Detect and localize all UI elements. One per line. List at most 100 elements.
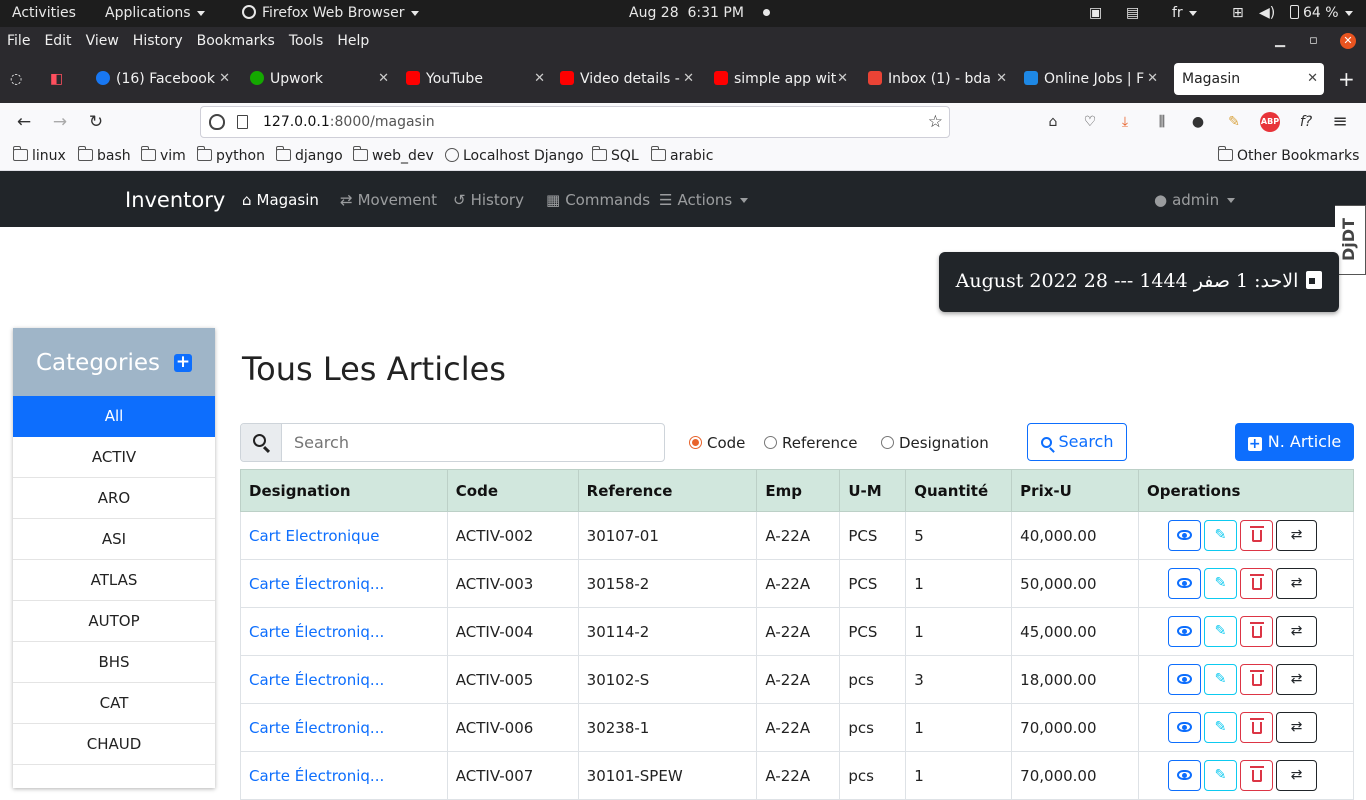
nav-magasin[interactable]: ⌂ Magasin — [242, 171, 319, 229]
bookmark-bash[interactable]: bash — [77, 146, 131, 165]
close-window-icon[interactable]: ✕ — [1340, 33, 1356, 49]
menu-file[interactable]: File — [0, 27, 37, 55]
downloads-icon[interactable]: ⤓ — [1115, 112, 1135, 132]
back-icon[interactable]: ← — [12, 110, 36, 134]
forward-icon[interactable]: → — [48, 110, 72, 134]
close-tab-icon[interactable]: ✕ — [683, 63, 694, 95]
cell-designation[interactable]: Carte Électroniq... — [240, 655, 448, 704]
category-activ[interactable]: ACTIV — [13, 437, 215, 478]
bookmark-arabic[interactable]: arabic — [650, 146, 713, 165]
user-menu[interactable]: ● admin — [1154, 171, 1236, 229]
menu-edit[interactable]: Edit — [37, 27, 78, 55]
bookmark-django[interactable]: django — [275, 146, 343, 165]
extension-feather-icon[interactable]: ✎ — [1224, 112, 1244, 132]
cell-designation[interactable]: Carte Électroniq... — [240, 607, 448, 656]
bookmark-python[interactable]: python — [196, 146, 265, 165]
bookmark-other[interactable]: Other Bookmarks — [1217, 146, 1359, 165]
radio-designation[interactable]: Designation — [881, 434, 989, 452]
close-tab-icon[interactable]: ✕ — [1307, 63, 1318, 95]
keyboard-layout[interactable]: fr — [1172, 0, 1197, 27]
move-button[interactable]: ⇄ — [1276, 712, 1318, 743]
minimize-icon[interactable]: ▁ — [1275, 27, 1285, 55]
clock[interactable]: Aug 28 6:31 PM — [629, 0, 771, 27]
maximize-icon[interactable]: ▫ — [1309, 27, 1318, 55]
url-bar[interactable]: 127.0.0.1:8000/magasin ☆ — [200, 106, 950, 138]
applications-menu[interactable]: Applications — [105, 0, 205, 27]
brand-logo[interactable]: Inventory — [125, 171, 225, 229]
bookmark-sql[interactable]: SQL — [591, 146, 639, 165]
close-tab-icon[interactable]: ✕ — [1147, 63, 1158, 95]
bookmark-web-dev[interactable]: web_dev — [352, 146, 434, 165]
move-button[interactable]: ⇄ — [1276, 616, 1318, 647]
move-button[interactable]: ⇄ — [1276, 760, 1318, 791]
url-text[interactable]: 127.0.0.1:8000/magasin — [263, 107, 435, 137]
close-tab-icon[interactable]: ✕ — [219, 63, 230, 95]
menu-view[interactable]: View — [79, 27, 126, 55]
adblock-icon[interactable]: ABP — [1260, 112, 1280, 132]
edit-button[interactable]: ✎ — [1204, 712, 1238, 743]
view-button[interactable] — [1168, 760, 1202, 791]
edit-button[interactable]: ✎ — [1204, 760, 1238, 791]
category-cat[interactable]: CAT — [13, 683, 215, 724]
close-tab-icon[interactable]: ✕ — [534, 63, 545, 95]
extensions-icon[interactable]: ⌂ — [1043, 112, 1063, 132]
edit-button[interactable]: ✎ — [1204, 520, 1238, 551]
github-icon[interactable]: ● — [1188, 112, 1208, 132]
category-atlas[interactable]: ATLAS — [13, 560, 215, 601]
cell-designation[interactable]: Carte Électroniq... — [240, 703, 448, 752]
pocket-tab-icon[interactable]: ◧ — [50, 63, 72, 95]
hamburger-menu-icon[interactable]: ≡ — [1330, 112, 1350, 132]
move-button[interactable]: ⇄ — [1276, 664, 1318, 695]
delete-button[interactable] — [1240, 568, 1274, 599]
view-button[interactable] — [1168, 520, 1202, 551]
debug-toolbar-handle[interactable]: DjDT — [1335, 205, 1366, 275]
column-header[interactable]: Prix-U — [1011, 469, 1140, 512]
delete-button[interactable] — [1240, 760, 1274, 791]
battery-indicator[interactable]: 64 % — [1290, 0, 1353, 27]
menu-tools[interactable]: Tools — [282, 27, 331, 55]
nav-movement[interactable]: ⇄ Movement — [340, 171, 437, 229]
bookmark-vim[interactable]: vim — [140, 146, 186, 165]
category-bhs[interactable]: BHS — [13, 642, 215, 683]
column-header[interactable]: Reference — [577, 469, 758, 512]
cell-designation[interactable]: Cart Electronique — [240, 511, 448, 560]
cell-designation[interactable]: Carte Électroniq... — [240, 751, 448, 800]
column-header[interactable]: Quantité — [905, 469, 1013, 512]
tab-online-jobs[interactable]: Online Jobs | F ✕ — [1024, 63, 1164, 95]
new-article-button[interactable]: + N. Article — [1235, 423, 1354, 461]
view-button[interactable] — [1168, 616, 1202, 647]
volume-icon[interactable]: ◀) — [1259, 0, 1275, 27]
tab-upwork[interactable]: Upwork ✕ — [250, 63, 395, 95]
column-header[interactable]: Code — [446, 469, 579, 512]
column-header[interactable]: U-M — [839, 469, 907, 512]
tab-video-details[interactable]: Video details - ✕ — [560, 63, 700, 95]
category-all[interactable]: All — [13, 396, 215, 437]
nav-commands[interactable]: ▦ Commands — [546, 171, 650, 229]
edit-button[interactable]: ✎ — [1204, 616, 1238, 647]
tab-magasin[interactable]: Magasin ✕ — [1174, 63, 1324, 95]
cell-designation[interactable]: Carte Électroniq... — [240, 559, 448, 608]
tab-inbox[interactable]: Inbox (1) - bda ✕ — [868, 63, 1013, 95]
delete-button[interactable] — [1240, 616, 1274, 647]
pocket-icon[interactable]: ♡ — [1080, 112, 1100, 132]
column-header[interactable]: Emp — [756, 469, 841, 512]
move-button[interactable]: ⇄ — [1276, 568, 1318, 599]
column-header[interactable]: Designation — [240, 469, 448, 512]
tab-facebook[interactable]: (16) Facebook ✕ — [96, 63, 236, 95]
clipboard-icon[interactable]: ▤ — [1126, 0, 1139, 27]
search-input[interactable] — [282, 424, 664, 461]
menu-history[interactable]: History — [126, 27, 190, 55]
tab-simple-app[interactable]: simple app wit ✕ — [714, 63, 854, 95]
category-autop[interactable]: AUTOP — [13, 601, 215, 642]
category-aro[interactable]: ARO — [13, 478, 215, 519]
delete-button[interactable] — [1240, 520, 1274, 551]
formula-icon[interactable]: f? — [1296, 112, 1316, 132]
radio-code[interactable]: Code — [689, 434, 745, 452]
app-menu[interactable]: Firefox Web Browser — [242, 0, 419, 27]
add-category-icon[interactable]: + — [173, 354, 192, 372]
category-chaud[interactable]: CHAUD — [13, 724, 215, 765]
library-icon[interactable]: ⫼ — [1152, 112, 1172, 132]
delete-button[interactable] — [1240, 712, 1274, 743]
move-button[interactable]: ⇄ — [1276, 520, 1318, 551]
tab-youtube[interactable]: YouTube ✕ — [406, 63, 551, 95]
